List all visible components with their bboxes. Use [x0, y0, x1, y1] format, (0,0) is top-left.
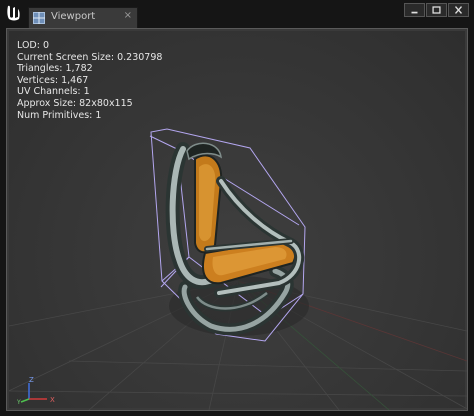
close-icon	[454, 6, 463, 14]
minimize-icon	[411, 11, 418, 14]
viewport-panel[interactable]: LOD: 0 Current Screen Size: 0.230798 Tri…	[6, 28, 468, 411]
axis-gizmo: Z X Y	[17, 376, 55, 405]
axis-x-label: X	[50, 396, 55, 404]
stat-uv-channels: UV Channels: 1	[17, 86, 90, 98]
viewport-canvas[interactable]: LOD: 0 Current Screen Size: 0.230798 Tri…	[9, 31, 467, 410]
stat-screen-size: Current Screen Size: 0.230798	[17, 51, 163, 63]
unreal-engine-logo[interactable]	[4, 3, 24, 23]
close-tab-button[interactable]: ×	[124, 10, 132, 21]
tab-label: Viewport	[51, 11, 96, 22]
stat-vertices: Vertices: 1,467	[17, 74, 89, 86]
axis-y-label: Y	[17, 399, 21, 405]
stat-lod: LOD: 0	[17, 40, 50, 51]
minimize-button[interactable]	[404, 3, 425, 17]
axis-z-label: Z	[29, 376, 34, 384]
viewport-icon	[33, 12, 45, 24]
stat-num-primitives: Num Primitives: 1	[17, 109, 102, 121]
tab-viewport[interactable]: Viewport ×	[28, 7, 138, 28]
title-bar: Viewport ×	[0, 0, 474, 28]
maximize-button[interactable]	[426, 3, 447, 17]
window-controls	[404, 3, 469, 17]
stat-approx-size: Approx Size: 82x80x115	[17, 97, 133, 109]
stat-triangles: Triangles: 1,782	[17, 63, 93, 75]
bottom-frame	[0, 411, 474, 416]
mesh-stats-overlay: LOD: 0 Current Screen Size: 0.230798 Tri…	[17, 40, 162, 121]
close-button[interactable]	[448, 3, 469, 17]
maximize-icon	[432, 6, 441, 14]
